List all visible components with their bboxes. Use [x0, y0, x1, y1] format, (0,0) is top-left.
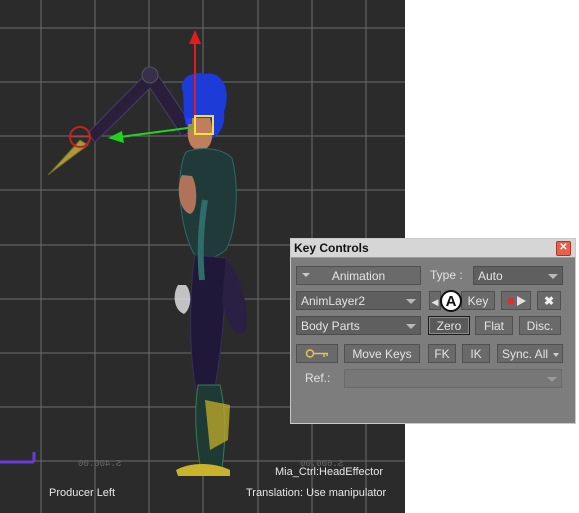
chevron-down-icon — [547, 377, 557, 382]
fk-button-label: FK — [434, 347, 450, 361]
flat-button[interactable]: Flat — [475, 316, 513, 335]
key-button[interactable]: Key — [461, 291, 495, 310]
chevron-down-icon — [302, 273, 310, 277]
record-play-icon — [507, 296, 526, 306]
window-title-bar[interactable]: Key Controls ✕ — [291, 239, 575, 258]
key-controls-window: Key Controls ✕ Animation Type : Auto Ani… — [290, 238, 576, 424]
type-dropdown[interactable]: Auto — [473, 266, 563, 285]
anim-layer-value: AnimLayer2 — [301, 294, 366, 308]
move-keys-button[interactable]: Move Keys — [344, 344, 420, 363]
callout-marker: A — [440, 290, 462, 312]
type-label: Type : — [430, 268, 463, 282]
selected-object-label: Mia_Ctrl:HeadEffector — [275, 466, 384, 478]
anim-layer-dropdown[interactable]: AnimLayer2 — [296, 291, 421, 310]
arrow-left-icon: ◀ — [431, 297, 439, 307]
ref-dropdown[interactable] — [344, 369, 562, 388]
record-play-button[interactable] — [501, 291, 531, 310]
key-button-label: Key — [467, 294, 489, 308]
disc-button[interactable]: Disc. — [519, 316, 561, 335]
window-title: Key Controls — [294, 241, 369, 255]
fk-button[interactable]: FK — [428, 344, 456, 363]
ik-button-label: IK — [470, 347, 482, 361]
flat-button-label: Flat — [483, 319, 504, 333]
delete-key-button[interactable]: ✖ — [537, 291, 561, 310]
move-keys-label: Move Keys — [352, 347, 412, 361]
zero-button[interactable]: Zero — [428, 316, 470, 335]
key-icon — [305, 349, 328, 358]
view-name-label: Producer Left — [49, 487, 116, 499]
arm-rig — [47, 66, 196, 176]
dimension-label-left: S.400.00 — [78, 459, 122, 469]
disc-button-label: Disc. — [526, 319, 554, 333]
chevron-down-icon — [406, 324, 416, 329]
delete-x-icon: ✖ — [543, 294, 555, 308]
animation-mode-label: Animation — [331, 269, 386, 283]
ref-label: Ref.: — [305, 371, 331, 385]
status-label: Translation: Use manipulator — [246, 487, 387, 499]
key-icon-button[interactable] — [296, 344, 338, 363]
zero-button-label: Zero — [436, 319, 462, 333]
body-parts-value: Body Parts — [301, 319, 360, 333]
sync-all-dropdown[interactable]: Sync. All — [497, 344, 563, 363]
chevron-down-icon — [553, 353, 559, 357]
close-icon[interactable]: ✕ — [556, 241, 571, 256]
chevron-down-icon — [548, 274, 558, 279]
type-dropdown-value: Auto — [478, 269, 503, 283]
animation-mode-button[interactable]: Animation — [296, 266, 421, 285]
sync-all-label: Sync. All — [502, 347, 549, 361]
chevron-down-icon — [406, 299, 416, 304]
body-parts-dropdown[interactable]: Body Parts — [296, 316, 421, 335]
ik-button[interactable]: IK — [462, 344, 490, 363]
